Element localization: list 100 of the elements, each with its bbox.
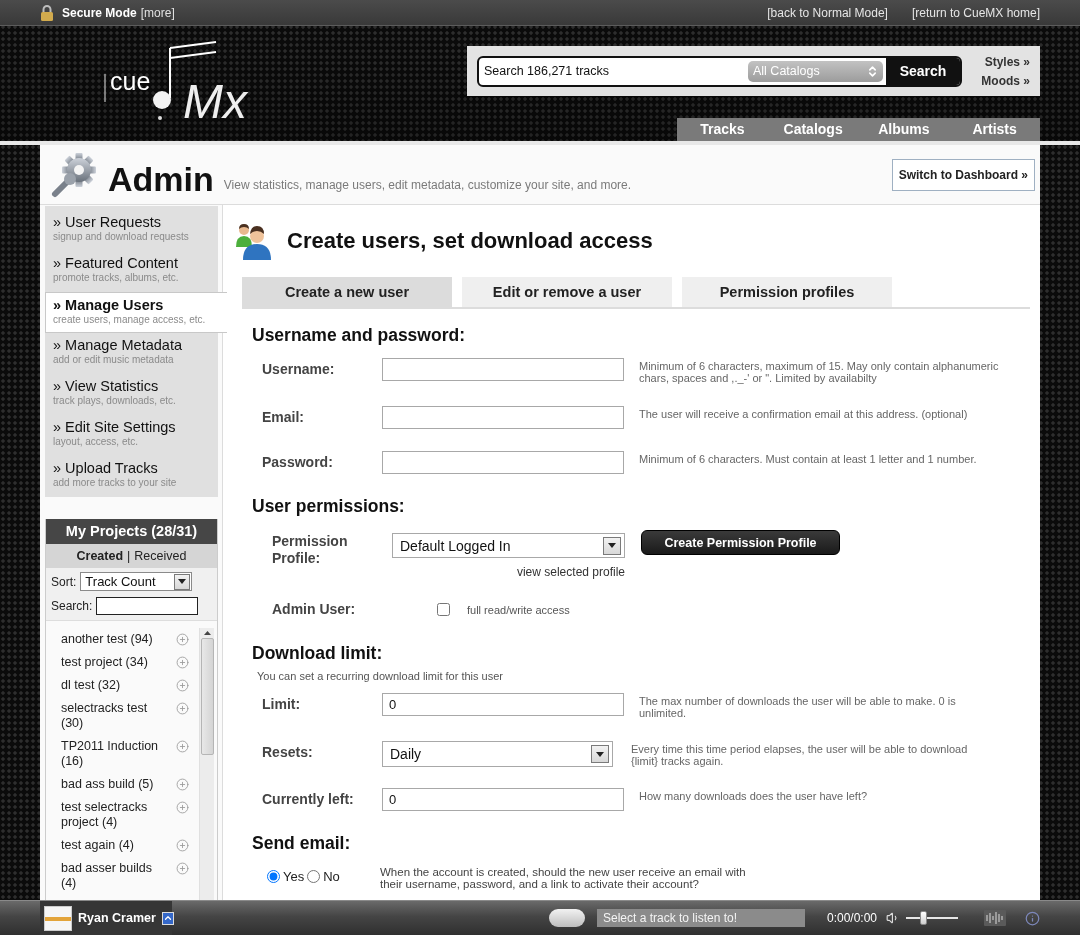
text-field[interactable]: 0 xyxy=(382,693,624,716)
sidebar-item[interactable]: » Upload Tracks add more tracks to your site xyxy=(45,456,218,497)
plus-circle-icon[interactable] xyxy=(176,702,189,715)
info-icon[interactable] xyxy=(1025,910,1040,926)
search-label: Search: xyxy=(51,599,93,613)
radio-button[interactable] xyxy=(307,870,321,883)
tab[interactable]: Edit or remove a user xyxy=(462,277,672,307)
project-link[interactable]: test selectracks project (4) xyxy=(61,800,169,830)
plus-circle-icon[interactable] xyxy=(176,679,189,692)
header-link[interactable]: [return to CueMX home] xyxy=(911,5,1040,20)
sidebar-item[interactable]: » Featured Content promote tracks, albums, etc. xyxy=(45,251,218,292)
create-profile-button[interactable]: Create Permission Profile xyxy=(641,530,840,555)
field-label: Permission Profile: xyxy=(272,532,349,567)
project-link[interactable]: test project (34) xyxy=(61,655,169,670)
text-field[interactable] xyxy=(382,451,624,474)
chevron-up-icon xyxy=(162,913,173,923)
lock-icon xyxy=(40,4,54,21)
section-heading: Download limit: xyxy=(252,643,384,663)
text-field[interactable]: 0 xyxy=(382,788,624,811)
caret-icon xyxy=(591,745,609,763)
text-field[interactable] xyxy=(382,358,624,381)
page-subtitle: View statistics, manage users, edit metadata, customize your site, and more. xyxy=(223,177,632,192)
radio-button[interactable] xyxy=(267,870,280,883)
radio-label: No xyxy=(323,869,340,884)
panel-title: My Projects (28/31) xyxy=(46,519,217,544)
section-heading: User permissions: xyxy=(252,496,406,516)
volume-slider[interactable] xyxy=(906,911,958,925)
nav-tab[interactable]: Albums xyxy=(858,118,950,141)
field-hint: Minimum of 6 characters. Must contain at least 1 letter and 1 number. xyxy=(639,452,978,465)
field-label: Resets: xyxy=(262,743,314,761)
browse-link[interactable]: Styles » xyxy=(984,54,1030,69)
sidebar-item[interactable]: » User Requests signup and download requests xyxy=(45,210,218,251)
plus-circle-icon[interactable] xyxy=(176,862,189,875)
text-field[interactable] xyxy=(382,406,624,429)
plus-circle-icon[interactable] xyxy=(176,801,189,814)
expand-button[interactable] xyxy=(161,911,174,925)
nav-tab[interactable]: Artists xyxy=(949,118,1040,141)
project-link[interactable]: TP2011 Induction (16) xyxy=(61,739,169,769)
logo-thumbnail xyxy=(44,905,72,931)
filter-tab[interactable]: Received xyxy=(134,549,187,563)
caret-icon xyxy=(174,573,191,590)
project-link[interactable]: test again (4) xyxy=(61,838,169,853)
field-hint: When the account is created, should the new user receive an email with their username, password, and a link to activate their account? xyxy=(380,866,747,890)
field-hint: Minimum of 6 characters, maximum of 15. May only contain alphanumeric chars, spaces and ,._-' or ". Limited by availabilty xyxy=(639,359,1000,384)
user-name: Ryan Cramer xyxy=(78,911,156,925)
radio-label: Yes xyxy=(283,869,305,884)
tab[interactable]: Create a new user xyxy=(242,277,452,307)
checkbox[interactable] xyxy=(437,603,450,616)
nav-tab[interactable]: Tracks xyxy=(677,118,768,141)
project-link[interactable]: selectracks test (30) xyxy=(61,701,169,731)
project-link[interactable]: dl test (32) xyxy=(61,678,169,693)
search-button[interactable]: Search xyxy=(886,57,960,85)
header-link[interactable]: [back to Normal Mode] xyxy=(767,5,888,20)
project-link[interactable]: another test (94) xyxy=(61,632,169,647)
plus-circle-icon[interactable] xyxy=(176,740,189,753)
checkbox-label: full read/write access xyxy=(467,603,570,616)
project-link[interactable]: bad ass build (5) xyxy=(61,777,169,792)
field-label: Password: xyxy=(262,453,334,471)
nav-tab[interactable]: Catalogs xyxy=(767,118,859,141)
dashboard-button[interactable]: Switch to Dashboard » xyxy=(891,158,1035,191)
sidebar-item[interactable]: » Manage Users create users, manage access, etc. xyxy=(45,292,227,333)
page-title: Admin xyxy=(108,161,214,196)
field-hint: How many downloads does the user have left? xyxy=(639,789,869,802)
project-search-field[interactable] xyxy=(96,597,199,615)
plus-circle-icon[interactable] xyxy=(176,778,189,791)
plus-circle-icon[interactable] xyxy=(176,656,189,669)
player-button[interactable] xyxy=(548,909,585,927)
view-profile-link[interactable]: view selected profile xyxy=(516,565,625,579)
now-playing-field: Select a track to listen to! xyxy=(596,909,805,927)
field-label: Limit: xyxy=(262,695,302,713)
field-label: Currently left: xyxy=(262,790,355,808)
plus-circle-icon[interactable] xyxy=(176,633,189,646)
sidebar-item[interactable]: » Edit Site Settings layout, access, etc. xyxy=(45,415,218,456)
sort-select[interactable]: Track Count xyxy=(80,572,193,591)
content-title: Create users, set download access xyxy=(287,228,653,254)
sidebar-item[interactable]: » Manage Metadata add or edit music metadata xyxy=(45,333,218,374)
field-label: Admin User: xyxy=(272,601,357,618)
scroll-up-arrow-icon[interactable] xyxy=(203,631,211,635)
field-label: Username: xyxy=(262,360,336,378)
period-select[interactable]: Daily xyxy=(382,741,613,767)
profile-select[interactable]: Default Logged In xyxy=(392,533,625,558)
caret-icon xyxy=(603,536,621,555)
more-link[interactable]: [more] xyxy=(140,5,175,20)
sidebar-item[interactable]: » View Statistics track plays, downloads, etc. xyxy=(45,374,218,415)
tab[interactable]: Permission profiles xyxy=(682,277,892,307)
field-label: Email: xyxy=(262,408,305,426)
filter-tab[interactable]: Created xyxy=(76,549,124,563)
field-hint: The max number of downloads the user will be able to make. 0 is unlimited. xyxy=(639,694,957,719)
users-icon xyxy=(235,222,271,260)
plus-circle-icon[interactable] xyxy=(176,839,189,852)
scrollbar[interactable] xyxy=(199,628,214,900)
equalizer-icon[interactable] xyxy=(984,910,1006,926)
project-link[interactable]: bad asser builds (4) xyxy=(61,861,169,891)
updown-arrows-icon xyxy=(866,64,879,78)
sort-label: Sort: xyxy=(51,574,77,589)
search-box[interactable]: Search 186,271 tracks All Catalogs Search xyxy=(477,55,962,87)
section-heading: Send email: xyxy=(252,833,352,853)
field-hint: The user will receive a confirmation email at this address. (optional) xyxy=(639,407,969,420)
logo[interactable]: cue Mx xyxy=(40,34,290,134)
browse-link[interactable]: Moods » xyxy=(981,73,1030,88)
